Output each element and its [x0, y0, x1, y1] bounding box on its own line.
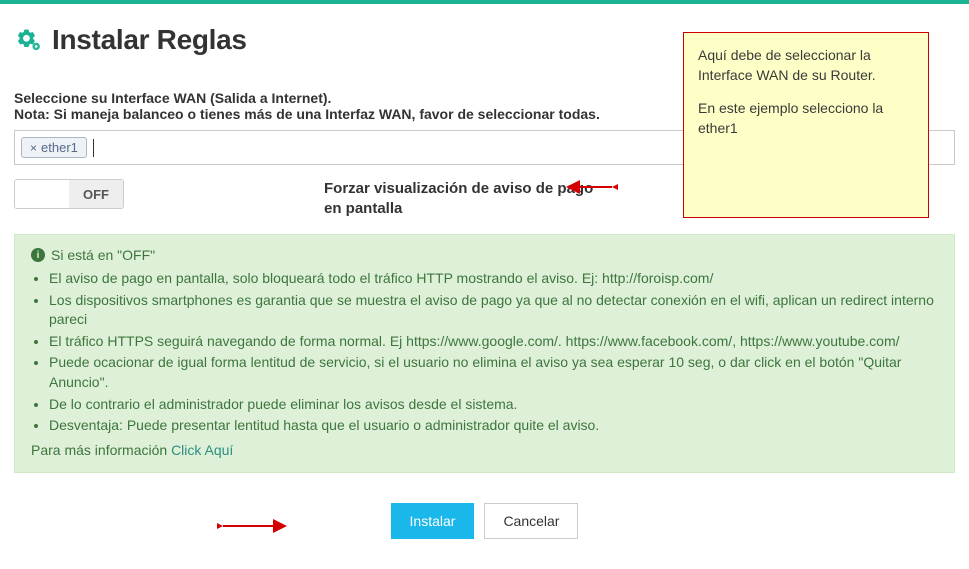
text-cursor: [93, 139, 94, 157]
alert-bullet-list: El aviso de pago en pantalla, solo bloqu…: [49, 269, 938, 436]
info-icon: i: [31, 248, 45, 262]
cancel-button[interactable]: Cancelar: [484, 503, 578, 539]
action-buttons-row: Instalar Cancelar: [14, 503, 955, 539]
info-alert: i Si está en "OFF" El aviso de pago en p…: [14, 234, 955, 473]
alert-heading-text: Si está en "OFF": [51, 247, 155, 263]
install-button[interactable]: Instalar: [391, 503, 475, 539]
alert-bullet: Desventaja: Puede presentar lentitud has…: [49, 416, 938, 436]
alert-bullet: Los dispositivos smartphones es garantia…: [49, 291, 938, 330]
alert-bullet: De lo contrario el administrador puede e…: [49, 395, 938, 415]
alert-bullet: El aviso de pago en pantalla, solo bloqu…: [49, 269, 938, 289]
alert-bullet: Puede ocacionar de igual forma lentitud …: [49, 353, 938, 392]
wan-label-line-1: Seleccione su Interface WAN (Salida a In…: [14, 90, 331, 106]
alert-more-info-link[interactable]: Click Aquí: [171, 442, 233, 458]
force-notice-label: Forzar visualización de aviso de pago en…: [324, 179, 604, 218]
wan-tag-label: ether1: [41, 140, 78, 155]
toggle-empty-half: [15, 180, 69, 208]
annotation-note: Aquí debe de seleccionar la Interface WA…: [683, 32, 929, 218]
force-notice-toggle[interactable]: OFF: [14, 179, 124, 209]
gears-icon: [14, 26, 42, 54]
alert-heading: i Si está en "OFF": [31, 247, 938, 263]
annotation-note-p2: En este ejemplo selecciono la ether1: [698, 98, 914, 139]
toggle-off-half: OFF: [69, 180, 123, 208]
wan-tag-ether1[interactable]: × ether1: [21, 137, 87, 158]
alert-footer: Para más información Click Aquí: [31, 442, 938, 458]
alert-footer-prefix: Para más información: [31, 442, 171, 458]
annotation-note-p1: Aquí debe de seleccionar la Interface WA…: [698, 45, 914, 86]
alert-bullet: El tráfico HTTPS seguirá navegando de fo…: [49, 332, 938, 352]
remove-tag-icon[interactable]: ×: [30, 141, 37, 155]
page-body: Instalar Reglas Seleccione su Interface …: [0, 4, 969, 569]
page-title: Instalar Reglas: [52, 24, 247, 56]
wan-label-line-2: Nota: Si maneja balanceo o tienes más de…: [14, 106, 600, 122]
